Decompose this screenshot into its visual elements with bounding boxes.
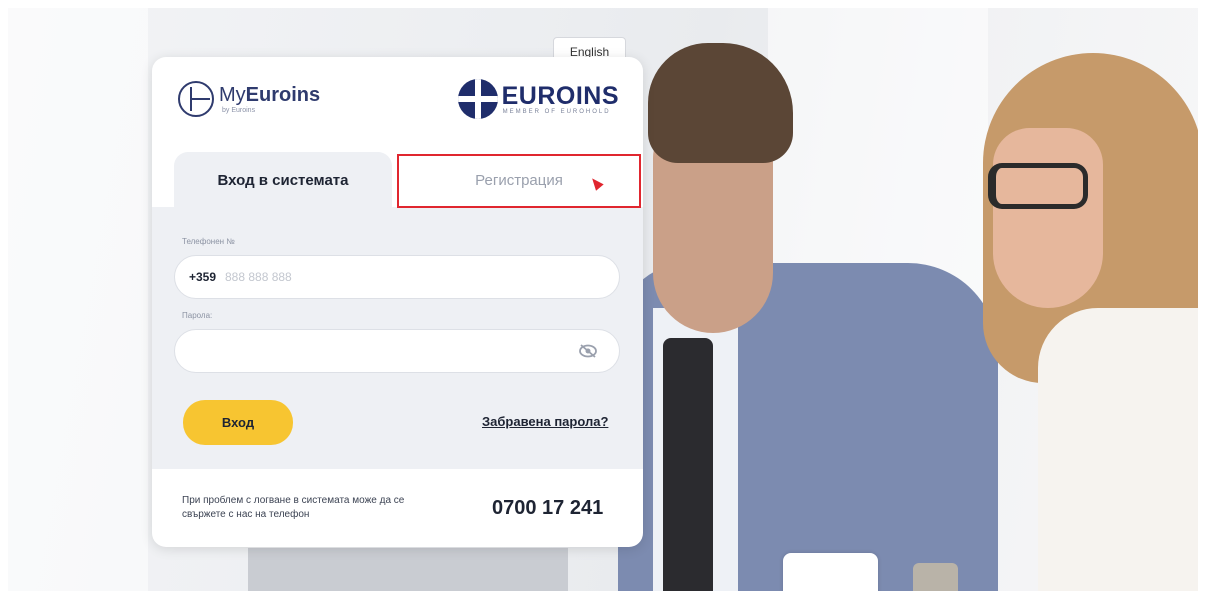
help-phone-number: 0700 17 241 <box>492 497 604 519</box>
laptop <box>248 548 568 591</box>
woman-glasses <box>988 163 1088 209</box>
window-light <box>8 8 148 591</box>
myeuroins-logo-text: MyEuroins <box>219 83 321 106</box>
tab-login[interactable]: Вход в системата <box>174 152 392 210</box>
myeuroins-logo: MyEuroins by Euroins <box>178 81 320 117</box>
login-card: MyEuroins by Euroins EUROINS MEMBER OF E… <box>152 57 643 547</box>
phone-label: Телефонен № <box>182 237 235 246</box>
forgot-password-link[interactable]: Забравена парола? <box>482 414 608 429</box>
wrist-watch <box>913 563 958 591</box>
woman-body <box>1038 308 1198 591</box>
euroins-globe-icon <box>457 79 498 119</box>
tab-register[interactable]: Регистрация <box>397 154 641 208</box>
woman-face <box>993 128 1103 308</box>
myeuroins-logo-icon <box>178 81 214 117</box>
phone-prefix: +359 <box>189 270 217 284</box>
password-label: Парола: <box>182 311 213 320</box>
login-button[interactable]: Вход <box>183 400 293 445</box>
myeuroins-logo-sub: by Euroins <box>222 106 256 114</box>
password-input[interactable] <box>174 329 620 373</box>
help-text: При проблем с логване в системата може д… <box>182 495 405 520</box>
euroins-logo-text: EUROINS <box>501 82 619 110</box>
phone-input[interactable]: +359 888 888 888 <box>174 255 620 299</box>
phone-placeholder: 888 888 888 <box>225 270 292 284</box>
euroins-logo: EUROINS MEMBER OF EUROHOLD <box>457 79 619 119</box>
euroins-member-text: MEMBER OF EUROHOLD <box>502 109 611 115</box>
man-tie <box>663 338 713 591</box>
eye-hidden-icon[interactable] <box>579 343 597 359</box>
coffee-cup <box>783 553 878 591</box>
